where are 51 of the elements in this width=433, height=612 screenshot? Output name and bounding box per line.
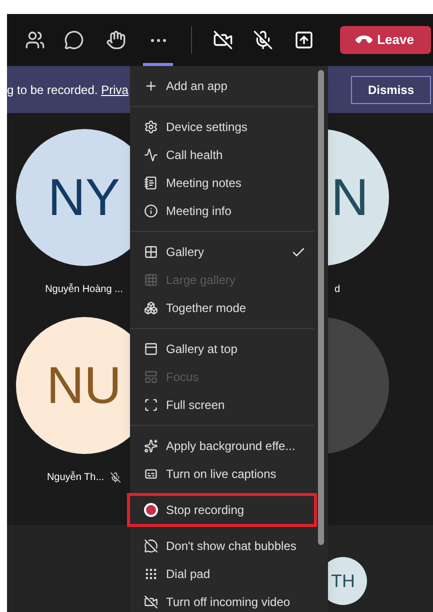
- scrollbar[interactable]: [318, 70, 324, 545]
- camera-off-icon[interactable]: [213, 30, 233, 50]
- mic-off-icon[interactable]: [253, 30, 273, 50]
- menu-item[interactable]: Don't show chat bubbles: [130, 532, 314, 560]
- panel-icon: [144, 342, 158, 356]
- menu-item[interactable]: Dial pad: [130, 560, 314, 588]
- menu-item[interactable]: Stop recording: [130, 496, 314, 524]
- participant-name: d: [334, 283, 340, 297]
- panel-icon: [144, 370, 158, 384]
- menu-item[interactable]: Gallery at top: [130, 335, 314, 363]
- menu-item[interactable]: Apply background effe...: [130, 432, 314, 460]
- hand-icon[interactable]: [106, 30, 126, 50]
- menu-item[interactable]: Meeting info: [130, 197, 314, 225]
- chat-off-icon: [144, 539, 158, 553]
- menu-item[interactable]: Full screen: [130, 391, 314, 419]
- avatar-initials: NY: [48, 172, 120, 224]
- pulse-icon: [144, 148, 158, 162]
- grid-icon: [144, 273, 158, 287]
- avatar-initials: TH: [331, 570, 355, 592]
- notes-icon: [144, 176, 158, 190]
- menu-item[interactable]: Call health: [130, 141, 314, 169]
- record-icon: [144, 503, 158, 517]
- menu-item[interactable]: Turn on live captions: [130, 460, 314, 488]
- sparkle-icon: [144, 439, 158, 453]
- more-icon: [150, 38, 166, 42]
- people-icon[interactable]: [25, 30, 45, 50]
- grid-icon: [144, 245, 158, 259]
- banner-text: g to be recorded. Priva: [7, 82, 128, 98]
- info-icon: [144, 204, 158, 218]
- leave-button[interactable]: Leave: [340, 26, 431, 54]
- menu-item[interactable]: Together mode: [130, 294, 314, 322]
- plus-icon: [144, 79, 158, 93]
- menu-item[interactable]: Device settings: [130, 113, 314, 141]
- participant-name: Nguyễn Hoàng ...: [45, 282, 123, 297]
- avatar-initials: N: [330, 172, 368, 224]
- menu-item[interactable]: Gallery: [130, 238, 314, 266]
- dismiss-button[interactable]: Dismiss: [351, 76, 431, 104]
- menu-item[interactable]: Meeting notes: [130, 169, 314, 197]
- menu-item[interactable]: Add an app: [130, 72, 314, 100]
- dial-pad-icon: [144, 567, 158, 581]
- participant-name: Nguyễn Th...: [46, 470, 104, 485]
- captions-icon: [144, 467, 158, 481]
- privacy-link[interactable]: Priva: [101, 82, 128, 96]
- avatar-initials: NU: [46, 360, 122, 412]
- people-grid-icon: [144, 301, 158, 315]
- menu-item[interactable]: Turn off incoming video: [130, 588, 314, 612]
- chat-icon[interactable]: [64, 30, 84, 50]
- video-off-icon: [144, 595, 158, 609]
- fullscreen-icon: [144, 398, 158, 412]
- share-icon[interactable]: [294, 30, 314, 50]
- settings-icon: [144, 120, 158, 134]
